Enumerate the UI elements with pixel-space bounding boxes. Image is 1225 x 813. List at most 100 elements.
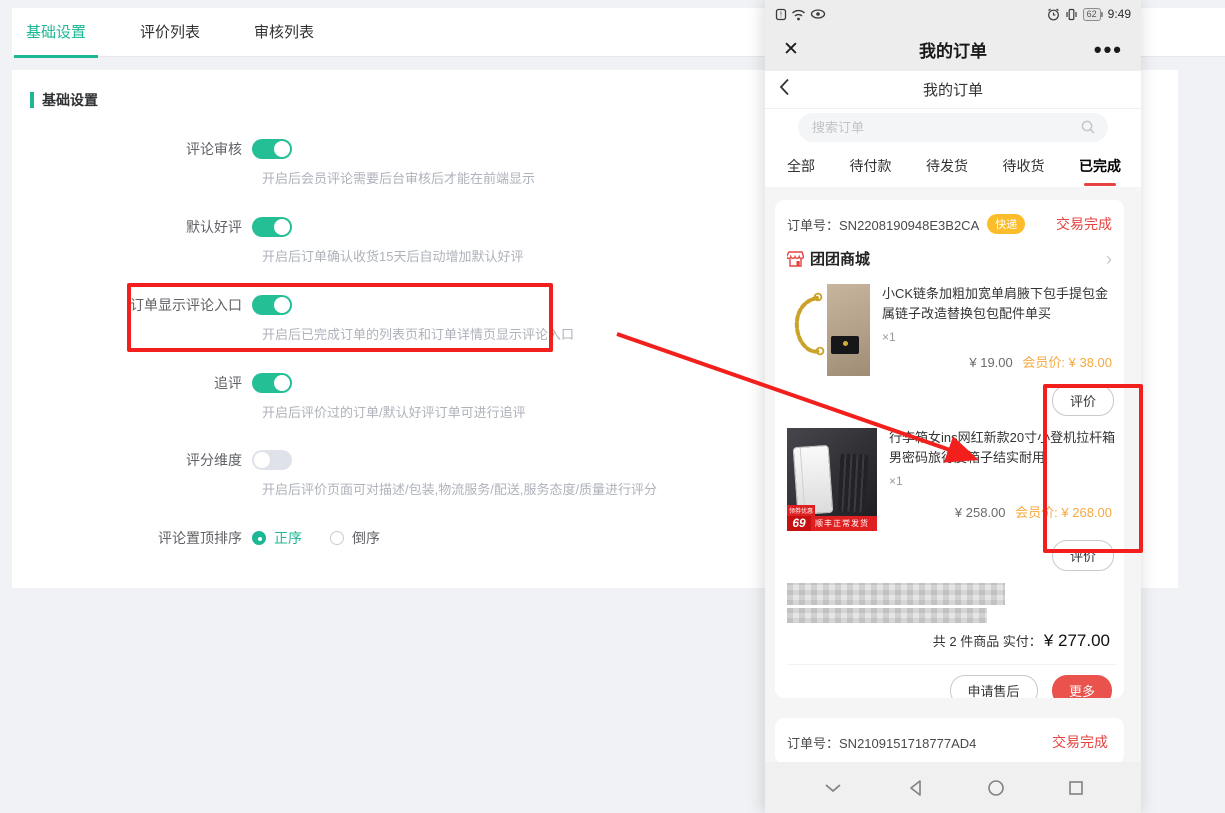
toggle-knob (274, 375, 290, 391)
product-item-2[interactable]: 领券优惠 69 顺丰正常发货 行李箱女ins网红新款20寸小登机拉杆箱男密码旅行… (787, 428, 1116, 531)
radio-ascending[interactable]: 正序 (252, 528, 302, 548)
product-price: ¥ 19.00 (969, 355, 1012, 370)
tab-pending-shipment[interactable]: 待发货 (926, 156, 968, 178)
setting-row-comment-pin-sort: 评论置顶排序 正序 倒序 (0, 528, 720, 548)
setting-desc: 开启后已完成订单的列表页和订单详情页显示评论入口 (262, 324, 720, 343)
toggle-knob (274, 297, 290, 313)
order-sn: SN2208190948E3B2CA (839, 218, 979, 233)
member-price: ¥ 38.00 (1069, 355, 1112, 370)
coupon-label: 领券优惠 (787, 505, 815, 516)
phone-screenshot: ! 62 9:49 ✕ 我的订单 ••• 我的订单 (765, 0, 1141, 813)
setting-label: 订单显示评论入口 (0, 295, 252, 315)
section-header: 基础设置 (30, 90, 98, 110)
product-qty: ×1 (889, 474, 1116, 488)
tab-pending-receipt[interactable]: 待收货 (1003, 156, 1045, 178)
after-sale-button[interactable]: 申请售后 (950, 675, 1038, 698)
tab-all[interactable]: 全部 (787, 156, 815, 178)
svg-text:!: ! (780, 10, 782, 19)
order-comment-entry-toggle[interactable] (252, 295, 292, 315)
tab-audit-list[interactable]: 审核列表 (242, 8, 326, 57)
member-price-label: 会员价: (1015, 505, 1058, 520)
toggle-knob (274, 219, 290, 235)
hide-keyboard-icon[interactable] (822, 781, 844, 795)
close-icon[interactable]: ✕ (783, 38, 843, 61)
follow-up-review-toggle[interactable] (252, 373, 292, 393)
product-qty: ×1 (882, 330, 1116, 344)
radio-dot-icon (252, 531, 266, 545)
setting-label: 追评 (0, 373, 252, 393)
setting-label: 评分维度 (0, 450, 252, 470)
search-input[interactable] (798, 120, 1108, 135)
status-time: 9:49 (1108, 7, 1131, 21)
review-button-2[interactable]: 评价 (1052, 540, 1114, 571)
setting-label: 评论置顶排序 (0, 528, 252, 548)
section-title: 基础设置 (42, 90, 98, 110)
setting-row-comment-audit: 评论审核 开启后会员评论需要后台审核后才能在前端显示 (0, 139, 720, 187)
storefront-icon (787, 251, 804, 267)
alarm-icon (1047, 8, 1060, 21)
radio-label: 倒序 (352, 528, 380, 548)
order-card-2[interactable]: 订单号：SN2109151718777AD4 交易完成 (775, 718, 1124, 764)
rating-dimension-toggle[interactable] (252, 450, 292, 470)
phone-title-bar: ✕ 我的订单 ••• (765, 28, 1141, 71)
order-status: 交易完成 (1056, 214, 1112, 234)
default-praise-toggle[interactable] (252, 217, 292, 237)
product-price: ¥ 258.00 (955, 505, 1006, 520)
search-section (765, 109, 1141, 146)
product-image-1 (787, 284, 870, 376)
tab-pending-payment[interactable]: 待付款 (850, 156, 892, 178)
radio-dot-icon (330, 531, 344, 545)
radio-label: 正序 (274, 528, 302, 548)
order-sn-label: 订单号： (787, 736, 839, 751)
comment-audit-toggle[interactable] (252, 139, 292, 159)
order-total-label: 共 2 件商品 实付： (933, 634, 1042, 649)
product-title: 行李箱女ins网红新款20寸小登机拉杆箱男密码旅行皮箱子结实耐用 (889, 428, 1116, 468)
tab-completed[interactable]: 已完成 (1079, 156, 1121, 178)
phone-status-bar: ! 62 9:49 (765, 0, 1141, 28)
setting-row-rating-dimension: 评分维度 开启后评价页面可对描述/包装,物流服务/配送,服务态度/质量进行评分 (0, 450, 720, 498)
shipping-badge: 顺丰正常发货 (811, 516, 877, 531)
tab-basic-settings[interactable]: 基础设置 (14, 8, 98, 57)
setting-row-follow-up-review: 追评 开启后评价过的订单/默认好评订单可进行追评 (0, 373, 720, 421)
black-luggage (838, 453, 869, 512)
android-nav-bar (765, 762, 1141, 813)
store-name: 团团商城 (810, 248, 870, 269)
more-menu-icon[interactable]: ••• (1063, 37, 1123, 63)
search-icon[interactable] (1080, 119, 1096, 135)
sim-alert-icon: ! (775, 8, 787, 21)
battery-percent: 62 (1083, 8, 1101, 21)
back-icon[interactable] (779, 78, 829, 101)
radio-descending[interactable]: 倒序 (330, 528, 380, 548)
member-price: ¥ 268.00 (1061, 505, 1112, 520)
android-home-icon[interactable] (987, 779, 1005, 797)
product-title: 小CK链条加粗加宽单肩腋下包手提包金属链子改造替换包包配件单买 (882, 284, 1116, 324)
search-input-wrap (798, 113, 1108, 142)
more-actions-button[interactable]: 更多 (1052, 675, 1112, 698)
screenshot-stage: 基础设置 评价列表 审核列表 基础设置 评论审核 开启后会员评论需要后台审核后才… (0, 0, 1225, 813)
store-row[interactable]: 团团商城 › (787, 248, 1116, 269)
order-card-1[interactable]: 订单号：SN2208190948E3B2CA 快递 交易完成 团团商城 › (775, 200, 1124, 698)
model-photo (827, 284, 870, 376)
setting-label: 评论审核 (0, 139, 252, 159)
tab-review-list[interactable]: 评价列表 (128, 8, 212, 57)
android-back-icon[interactable] (907, 779, 925, 797)
setting-desc: 开启后评价页面可对描述/包装,物流服务/配送,服务态度/质量进行评分 (262, 479, 720, 498)
order-status-tabs: 全部 待付款 待发货 待收货 已完成 (765, 146, 1141, 187)
review-button-1[interactable]: 评价 (1052, 385, 1114, 416)
product-item-1[interactable]: 小CK链条加粗加宽单肩腋下包手提包金属链子改造替换包包配件单买 ×1 ¥ 19.… (787, 284, 1116, 376)
android-recents-icon[interactable] (1068, 780, 1084, 796)
nav-title: 我的订单 (829, 79, 1077, 100)
chain-image (787, 284, 827, 376)
order-status: 交易完成 (1052, 732, 1108, 752)
setting-desc: 开启后订单确认收货15天后自动增加默认好评 (262, 246, 720, 265)
setting-row-order-comment-entry: 订单显示评论入口 开启后已完成订单的列表页和订单详情页显示评论入口 (0, 295, 720, 343)
setting-desc: 开启后会员评论需要后台审核后才能在前端显示 (262, 168, 720, 187)
member-price-label: 会员价: (1022, 355, 1065, 370)
order-sn-label: 订单号： (787, 218, 839, 233)
order-sn: SN2109151718777AD4 (839, 736, 976, 751)
order-actions: 申请售后 更多 (787, 664, 1116, 698)
redacted-address (787, 583, 1116, 623)
express-badge: 快递 (987, 214, 1025, 234)
chevron-right-icon: › (1106, 250, 1112, 268)
vibrate-icon (1065, 8, 1078, 21)
